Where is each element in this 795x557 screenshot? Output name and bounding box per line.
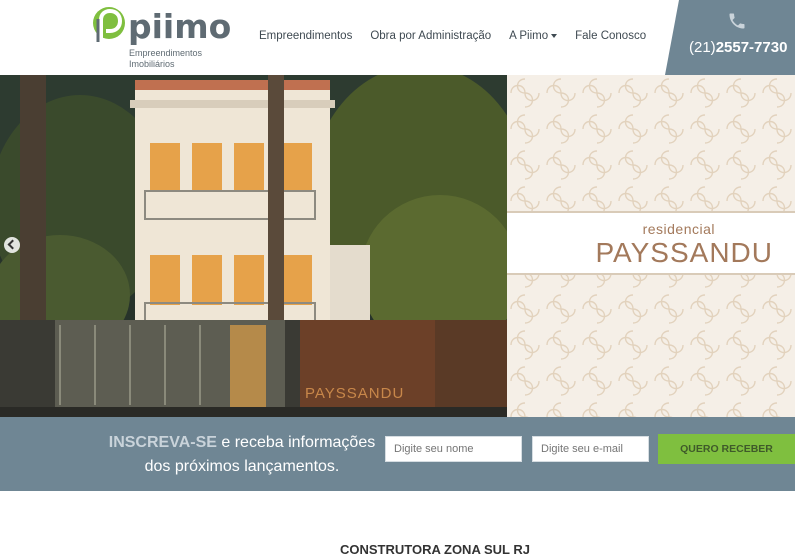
subscribe-text: INSCREVA-SE e receba informações dos pró…: [102, 431, 382, 479]
brand-small: residencial: [642, 221, 715, 237]
hero-photo: PAYSSANDU: [0, 75, 530, 417]
subscribe-strong: INSCREVA-SE: [108, 434, 217, 451]
subscribe-button[interactable]: QUERO RECEBER: [658, 434, 795, 464]
nav-item-fale-conosco[interactable]: Fale Conosco: [575, 30, 646, 42]
phone-digits: 2557-7730: [715, 39, 788, 56]
subscribe-line1: e receba informações: [216, 434, 376, 451]
brand-big: PAYSSANDU: [595, 237, 773, 268]
site-header: piimo Empreendimentos Imobiliários Empre…: [0, 0, 795, 75]
phone-number: (21)2557-7730: [689, 39, 787, 56]
nav-item-label: A Piimo: [509, 30, 549, 42]
subscribe-bar: INSCREVA-SE e receba informações dos pró…: [0, 417, 795, 491]
hero-brand-panel: residencial PAYSSANDU: [507, 75, 795, 417]
nav-item-label: Empreendimentos: [259, 30, 353, 42]
slider-prev-button[interactable]: [4, 237, 20, 253]
logo-subtitle-line1: Empreendimentos: [129, 48, 203, 58]
nav-item-obra-administracao[interactable]: Obra por Administração: [370, 30, 491, 42]
phone-icon: [729, 13, 745, 29]
phone-box[interactable]: (21)2557-7730: [665, 0, 795, 75]
hero-building-illustration: [0, 75, 530, 417]
brand-band: residencial PAYSSANDU: [507, 211, 795, 275]
logo-name: piimo: [128, 7, 232, 46]
nav-item-label: Obra por Administração: [370, 30, 492, 42]
hero-slider: PAYSSANDU residencial PAYSSANDU: [0, 75, 795, 417]
email-field[interactable]: [532, 436, 649, 462]
nav-item-empreendimentos[interactable]: Empreendimentos: [259, 30, 352, 42]
subscribe-line2: dos próximos lançamentos.: [144, 458, 340, 475]
logo[interactable]: piimo Empreendimentos Imobiliários: [92, 6, 231, 70]
logo-subtitle: Empreendimentos Imobiliários: [129, 48, 229, 70]
name-field[interactable]: [385, 436, 522, 462]
phone-area-code: (21): [689, 39, 716, 56]
caret-down-icon: [551, 33, 558, 38]
main-nav: Empreendimentos Obra por Administração A…: [259, 30, 664, 42]
sign-text: PAYSSANDU: [305, 385, 405, 402]
logo-subtitle-line2: Imobiliários: [129, 59, 175, 69]
logo-mark-icon: [93, 7, 125, 42]
nav-item-a-piimo[interactable]: A Piimo: [509, 30, 558, 42]
nav-item-label: Fale Conosco: [575, 30, 647, 42]
